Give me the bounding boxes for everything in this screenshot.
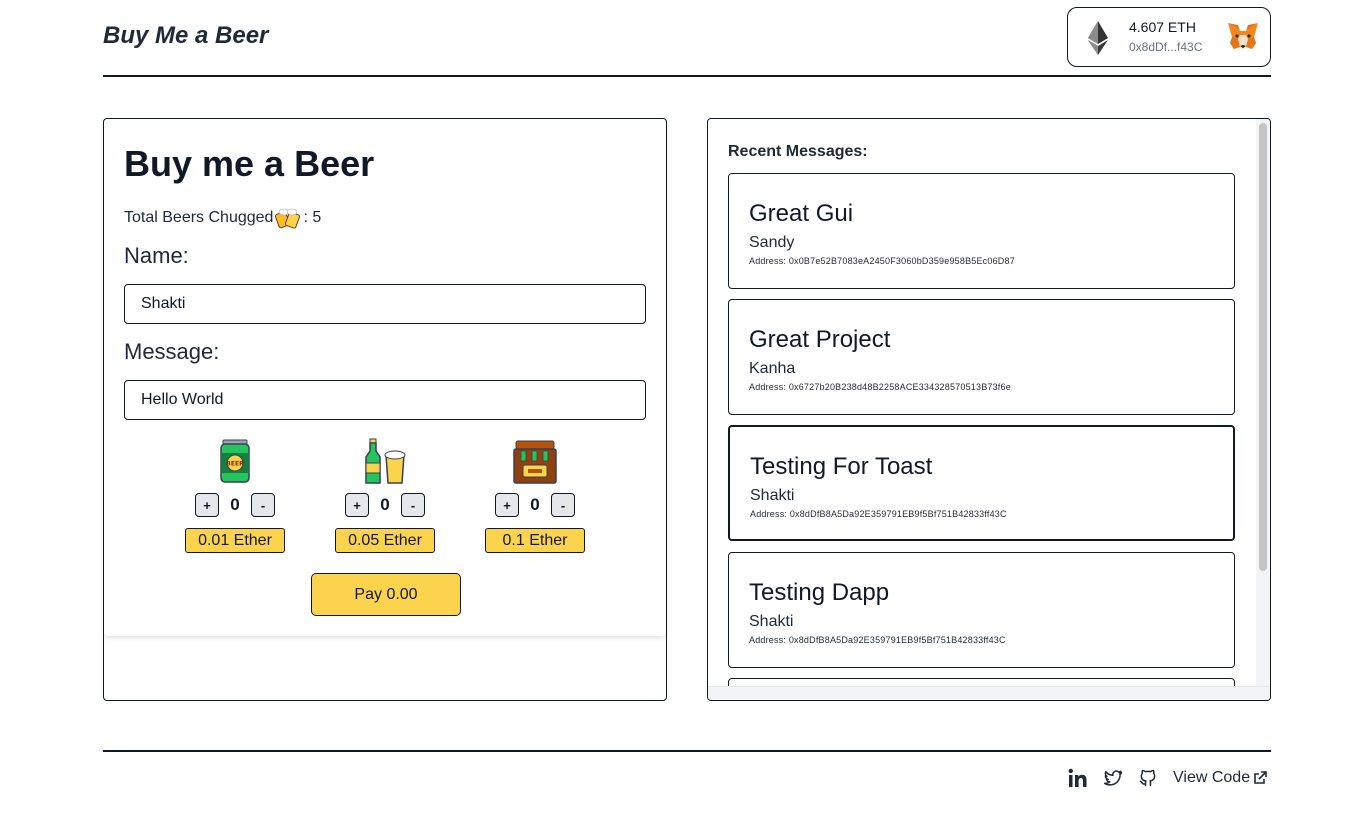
linkedin-icon[interactable] — [1068, 768, 1088, 788]
message-title: Great Gui — [749, 200, 854, 227]
beer-bottle-glass-icon — [365, 438, 406, 484]
vertical-scroll-thumb[interactable] — [1259, 123, 1267, 571]
messages-panel[interactable]: Recent Messages: Great Gui Sandy Address… — [707, 118, 1271, 701]
bottle-decrement-button[interactable]: - — [401, 493, 425, 517]
message-title: Testing Dapp — [749, 579, 890, 606]
total-beers-count: : 5 — [303, 209, 322, 226]
message-card: Testing For Toast Shakti Address: 0x8dDf… — [728, 425, 1235, 541]
bottle-quantity: 0 — [380, 495, 390, 514]
total-beers: Total Beers Chugged : 5 — [124, 205, 321, 231]
external-link-icon — [1254, 771, 1267, 784]
wallet-address: 0x8dDf...f43C — [1129, 40, 1203, 54]
brand-title: Buy Me a Beer — [103, 22, 269, 49]
ethereum-icon — [1088, 21, 1108, 55]
message-sender: Kanha — [749, 360, 796, 377]
sixpack-quantity: 0 — [530, 495, 540, 514]
can-increment-button[interactable]: + — [195, 493, 219, 517]
sixpack-stepper: + 0 - — [475, 493, 595, 517]
donation-panel: Buy me a Beer Total Beers Chugged : 5 Na… — [103, 118, 667, 701]
sixpack-decrement-button[interactable]: - — [551, 493, 575, 517]
six-pack-icon — [513, 440, 557, 484]
twitter-icon[interactable] — [1103, 768, 1123, 788]
can-decrement-button[interactable]: - — [251, 493, 275, 517]
can-quantity: 0 — [230, 495, 240, 514]
total-beers-label: Total Beers Chugged — [124, 209, 274, 226]
svg-text:BEER: BEER — [226, 461, 244, 468]
message-card: Great Gui Sandy Address: 0x0B7e52B7083eA… — [728, 173, 1235, 289]
form-title: Buy me a Beer — [124, 143, 375, 184]
beer-option-sixpack: + 0 - 0.1 Ether — [475, 437, 595, 553]
name-input[interactable]: Shakti — [124, 284, 646, 324]
header-divider — [103, 75, 1271, 77]
message-title: Great Project — [749, 326, 891, 353]
beer-option-bottle: + 0 - 0.05 Ether — [325, 437, 445, 553]
wallet-balance: 4.607 ETH — [1129, 19, 1196, 35]
message-address: Address: 0x8dDfB8A5Da92E359791EB9f5Bf751… — [749, 635, 1006, 645]
wallet-button[interactable]: 4.607 ETH 0x8dDf...f43C — [1067, 7, 1271, 67]
name-label: Name: — [124, 243, 189, 268]
view-code-label: View Code — [1173, 769, 1251, 786]
message-address: Address: 0x8dDfB8A5Da92E359791EB9f5Bf751… — [750, 509, 1007, 519]
message-sender: Shakti — [749, 613, 794, 630]
view-code-link[interactable]: View Code — [1173, 769, 1267, 787]
bottle-increment-button[interactable]: + — [345, 493, 369, 517]
beer-can-icon: BEER — [220, 439, 250, 483]
message-title: Testing For Toast — [750, 453, 933, 480]
can-stepper: + 0 - — [175, 493, 295, 517]
donation-card: Buy me a Beer Total Beers Chugged : 5 Na… — [104, 119, 666, 636]
message-label: Message: — [124, 339, 220, 364]
bottle-price-button[interactable]: 0.05 Ether — [335, 528, 435, 553]
metamask-fox-icon — [1228, 23, 1258, 49]
recent-messages-title: Recent Messages: — [728, 143, 868, 160]
message-sender: Shakti — [750, 487, 795, 504]
footer-divider — [103, 750, 1271, 752]
horizontal-scrollbar[interactable] — [708, 686, 1270, 700]
vertical-scrollbar[interactable] — [1256, 119, 1270, 686]
message-address: Address: 0x0B7e52B7083eA2450F3060bD359e9… — [749, 256, 1015, 266]
can-price-button[interactable]: 0.01 Ether — [185, 528, 285, 553]
sixpack-price-button[interactable]: 0.1 Ether — [485, 528, 585, 553]
sixpack-increment-button[interactable]: + — [495, 493, 519, 517]
cheers-beer-icon — [275, 208, 301, 229]
message-card: Great Project Kanha Address: 0x6727b20B2… — [728, 299, 1235, 415]
beer-option-can: BEER + 0 - 0.01 Ether — [175, 437, 295, 553]
message-card: Testing Dapp Shakti Address: 0x8dDfB8A5D… — [728, 552, 1235, 668]
message-input[interactable]: Hello World — [124, 380, 646, 420]
message-address: Address: 0x6727b20B238d48B2258ACE3343285… — [749, 382, 1011, 392]
pay-button[interactable]: Pay 0.00 — [311, 573, 461, 616]
bottle-stepper: + 0 - — [325, 493, 445, 517]
message-sender: Sandy — [749, 234, 795, 251]
github-icon[interactable] — [1138, 768, 1158, 788]
